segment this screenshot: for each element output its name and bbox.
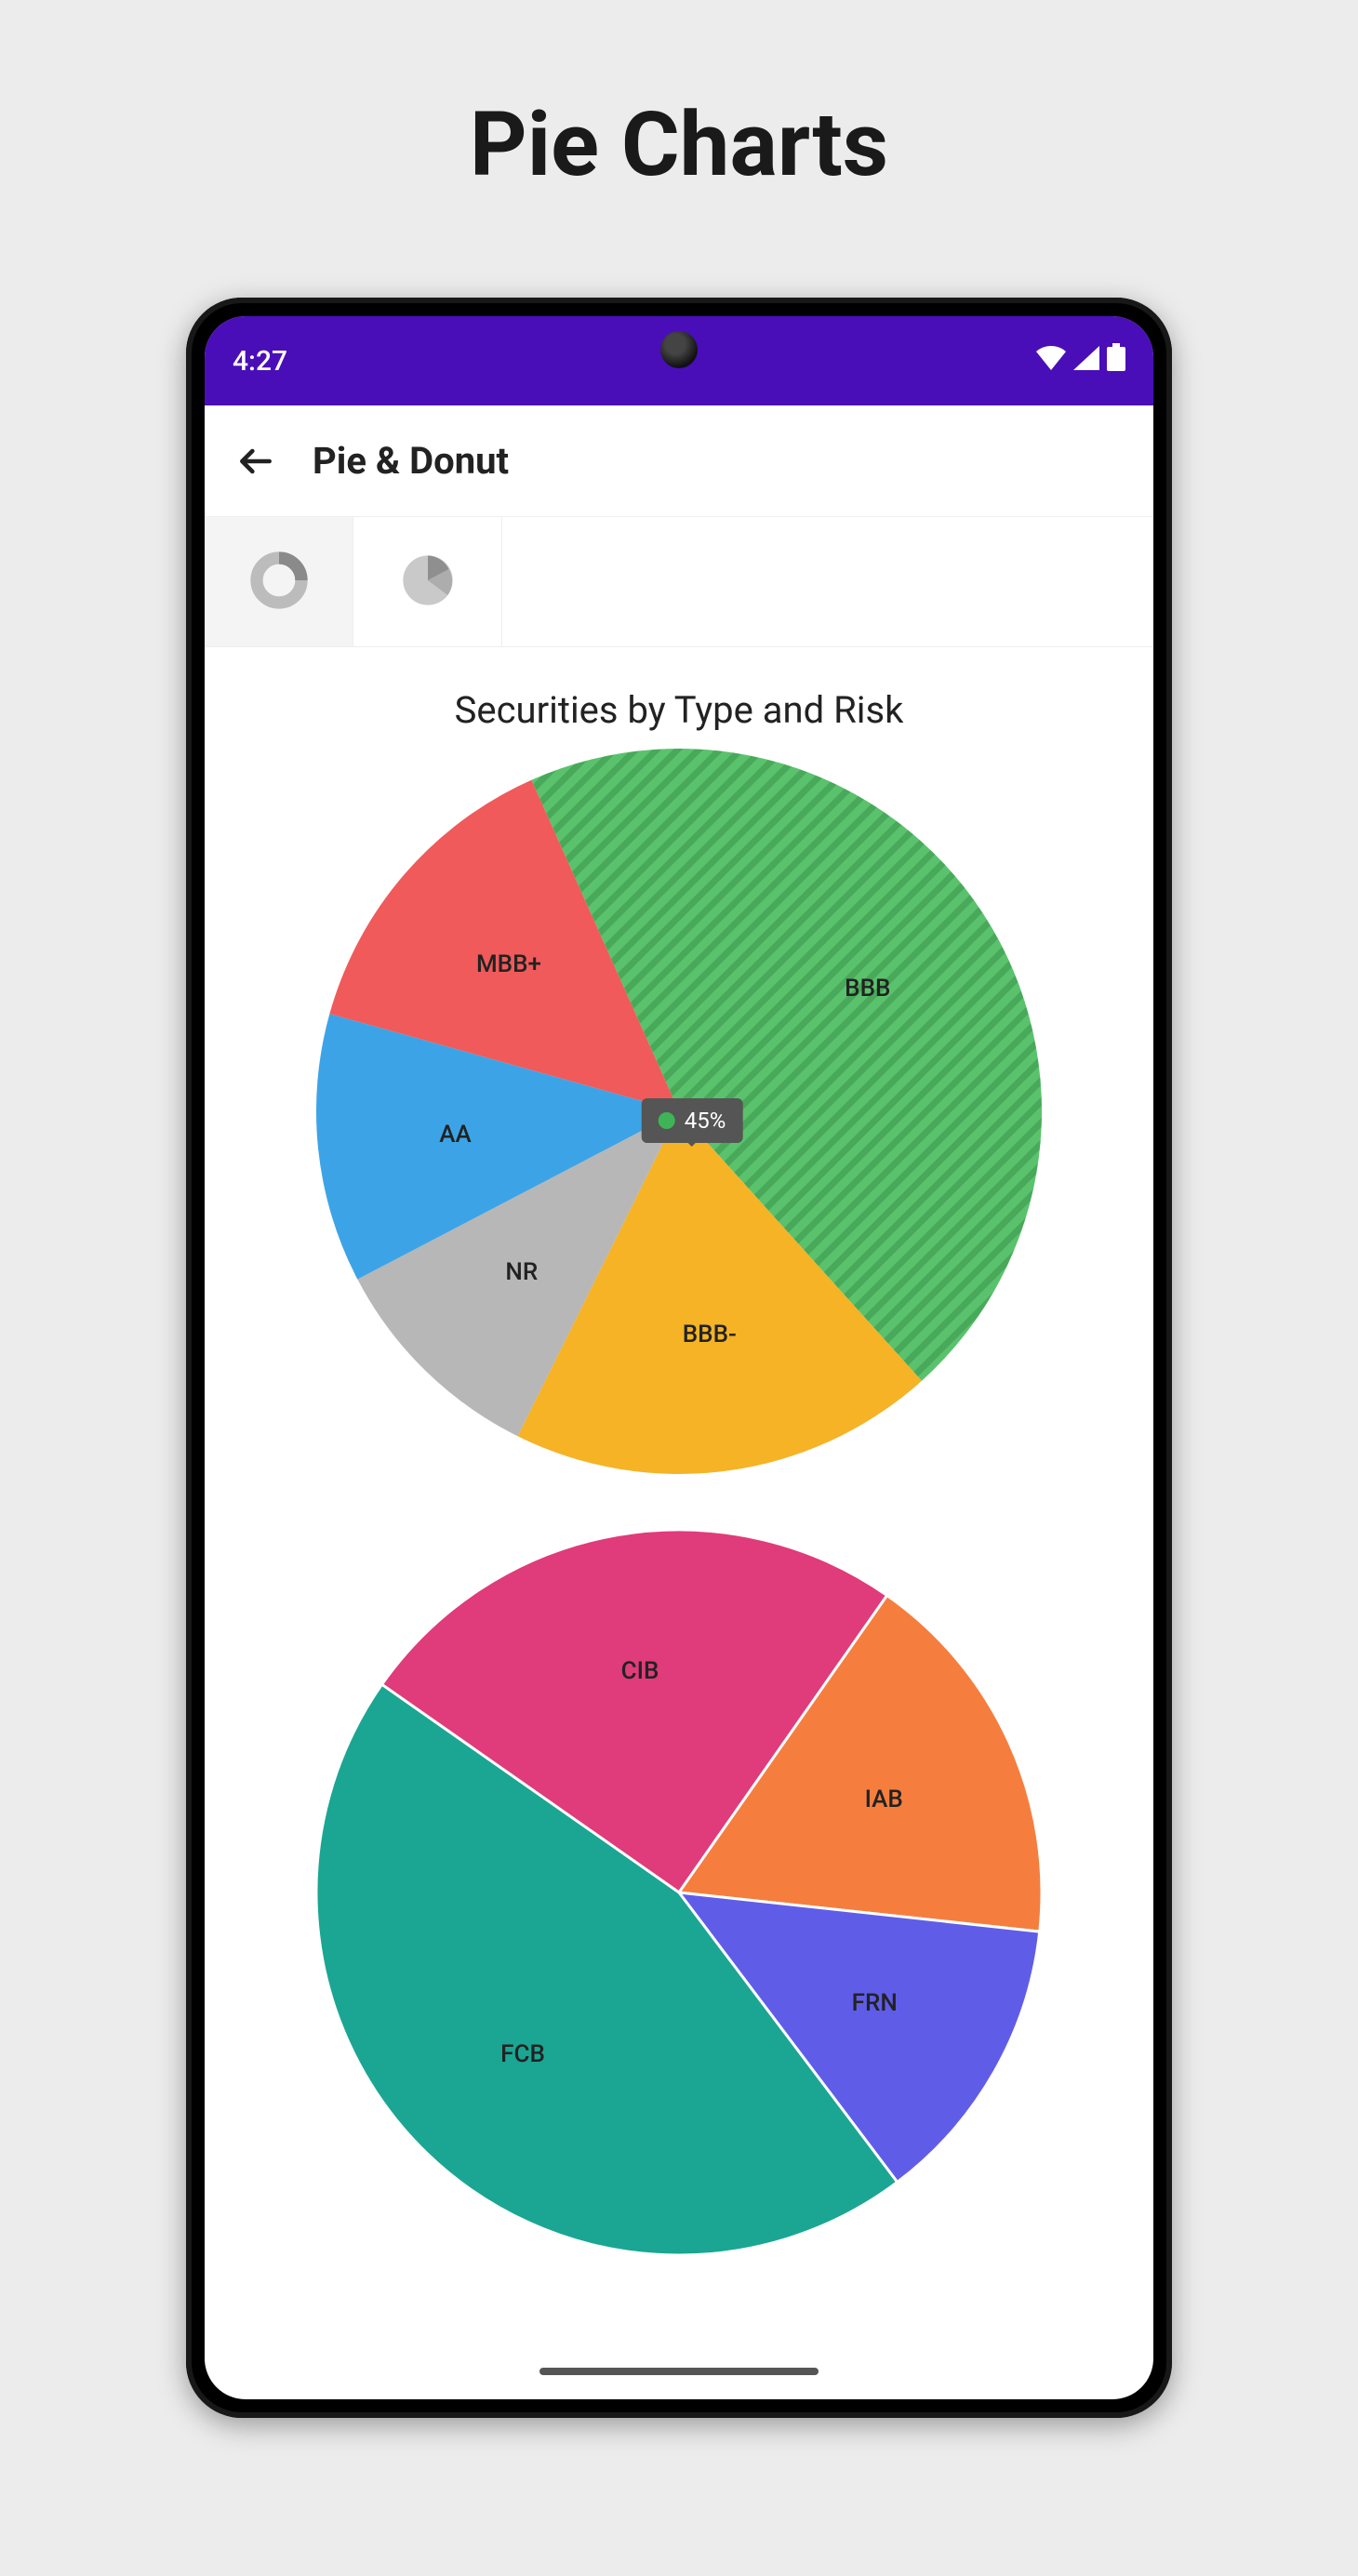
slice-label-FCB: FCB (500, 2040, 545, 2068)
slice-label-CIB: CIB (621, 1657, 659, 1685)
clock: 4:27 (233, 345, 287, 378)
app-title: Pie & Donut (313, 439, 509, 483)
tab-pie[interactable] (353, 517, 502, 646)
slice-label-AA: AA (439, 1121, 471, 1149)
wifi-icon (1036, 345, 1066, 378)
donut-icon (249, 551, 309, 614)
slice-label-BBB: BBB (845, 975, 890, 1003)
home-indicator[interactable] (539, 2368, 819, 2375)
chart-area: Securities by Type and Risk 45% BBB BBB- N… (205, 647, 1153, 2399)
screen: 4:27 Pie & Donut (205, 316, 1153, 2399)
slice-label-BBB-: BBB- (683, 1321, 737, 1348)
pie-icon (398, 551, 458, 614)
tooltip: 45% (642, 1098, 743, 1143)
slice-label-NR: NR (505, 1258, 538, 1286)
chart-title: Securities by Type and Risk (455, 688, 904, 732)
page-title: Pie Charts (0, 0, 1358, 197)
front-camera (660, 331, 698, 368)
tooltip-color-dot (659, 1112, 675, 1129)
device-frame: 4:27 Pie & Donut (186, 298, 1172, 2418)
slice-label-FRN: FRN (852, 1989, 898, 2017)
app-bar: Pie & Donut (205, 405, 1153, 517)
slice-label-IAB: IAB (865, 1786, 903, 1813)
slice-label-MBB+: MBB+ (476, 950, 541, 978)
back-button[interactable] (233, 438, 279, 485)
pie-chart-risk[interactable]: 45% BBB BBB- NR AA MBB+ (316, 749, 1042, 1474)
tooltip-label: 45% (685, 1108, 726, 1134)
battery-icon (1107, 343, 1125, 378)
pie-chart-type[interactable]: CIB IAB FRN FCB (316, 1530, 1042, 2255)
tab-bar (205, 517, 1153, 647)
tab-donut[interactable] (205, 517, 353, 646)
signal-icon (1073, 345, 1099, 378)
